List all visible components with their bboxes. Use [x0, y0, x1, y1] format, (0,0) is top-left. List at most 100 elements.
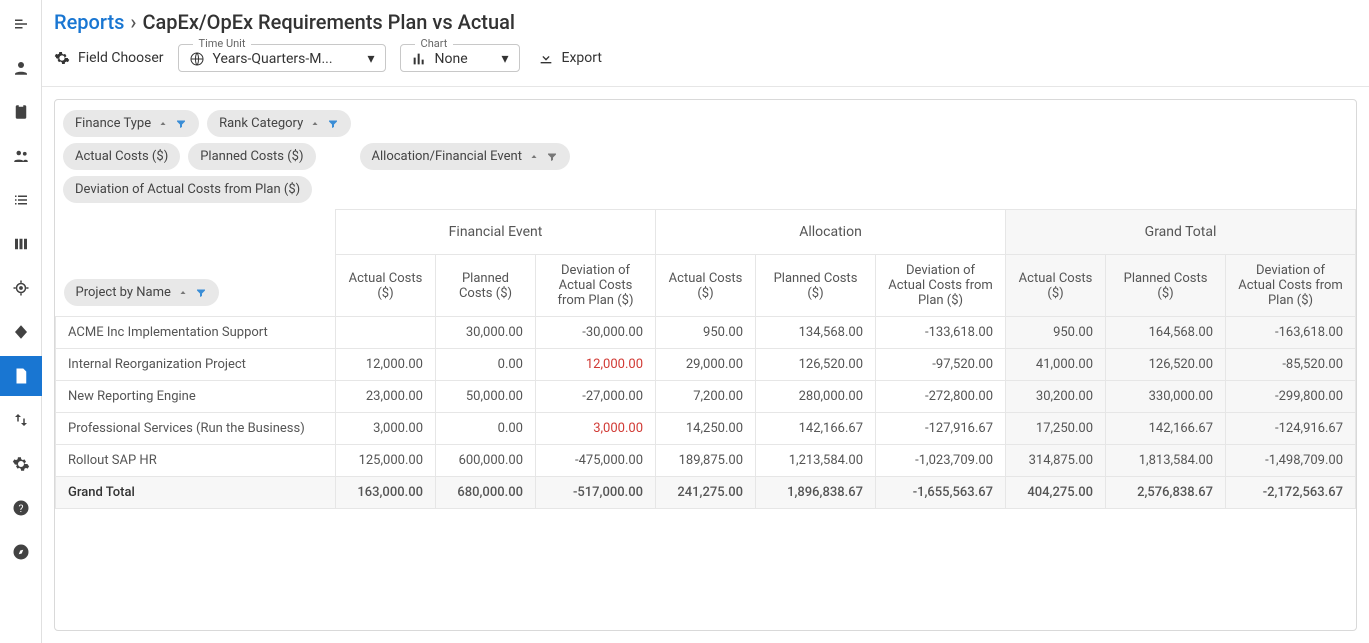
filter-icon: [175, 118, 187, 130]
row-name-cell[interactable]: ACME Inc Implementation Support: [56, 317, 336, 349]
value-cell: 30,200.00: [1006, 381, 1106, 413]
filter-icon: [195, 287, 207, 299]
col-header[interactable]: Planned Costs ($): [756, 255, 876, 317]
value-cell: 241,275.00: [656, 477, 756, 509]
nav-diamond-icon[interactable]: [0, 312, 42, 352]
value-cell: 314,875.00: [1006, 445, 1106, 477]
value-cell: 12,000.00: [536, 349, 656, 381]
row-name-cell[interactable]: Professional Services (Run the Business): [56, 413, 336, 445]
col-group-allocation[interactable]: Allocation: [656, 210, 1006, 255]
value-cell: -517,000.00: [536, 477, 656, 509]
grand-total-label: Grand Total: [56, 477, 336, 509]
table-row: Internal Reorganization Project 12,000.00…: [56, 349, 1356, 381]
col-header[interactable]: Planned Costs ($): [436, 255, 536, 317]
col-group-grand-total: Grand Total: [1006, 210, 1356, 255]
value-cell: 3,000.00: [536, 413, 656, 445]
value-cell: 1,813,584.00: [1106, 445, 1226, 477]
value-cell: 14,250.00: [656, 413, 756, 445]
grand-total-row: Grand Total163,000.00680,000.00-517,000.…: [56, 477, 1356, 509]
nav-columns-icon[interactable]: [0, 224, 42, 264]
row-name-cell[interactable]: New Reporting Engine: [56, 381, 336, 413]
reports-link[interactable]: Reports: [54, 10, 124, 34]
time-unit-label: Time Unit: [193, 37, 252, 50]
col-group-financial-event[interactable]: Financial Event: [336, 210, 656, 255]
value-cell: 2,576,838.67: [1106, 477, 1226, 509]
nav-clipboard-icon[interactable]: [0, 92, 42, 132]
value-cell: -299,800.00: [1226, 381, 1356, 413]
chip-deviation-costs[interactable]: Deviation of Actual Costs from Plan ($): [63, 176, 312, 203]
chevron-down-icon: ▾: [368, 51, 375, 67]
col-header[interactable]: Actual Costs ($): [336, 255, 436, 317]
chip-actual-costs[interactable]: Actual Costs ($): [63, 143, 180, 170]
chip-finance-type[interactable]: Finance Type: [63, 110, 199, 137]
nav-user-icon[interactable]: [0, 48, 42, 88]
download-icon: [538, 50, 554, 66]
value-cell: -30,000.00: [536, 317, 656, 349]
value-cell: -1,023,709.00: [876, 445, 1006, 477]
filter-icon: [327, 118, 339, 130]
table-row: ACME Inc Implementation Support30,000.00…: [56, 317, 1356, 349]
table-row: Rollout SAP HR125,000.00600,000.00-475,0…: [56, 445, 1356, 477]
value-cell: -97,520.00: [876, 349, 1006, 381]
chart-select[interactable]: Chart None ▾: [400, 44, 520, 72]
svg-text:?: ?: [18, 502, 23, 515]
nav-team-icon[interactable]: [0, 136, 42, 176]
value-cell: 163,000.00: [336, 477, 436, 509]
main-content: Reports › CapEx/OpEx Requirements Plan v…: [42, 0, 1369, 643]
pivot-area: Finance Type Rank Category Actual Costs …: [54, 99, 1357, 631]
chevron-down-icon: ▾: [502, 51, 509, 67]
row-name-cell[interactable]: Rollout SAP HR: [56, 445, 336, 477]
chip-allocation-financial-event[interactable]: Allocation/Financial Event: [360, 143, 570, 170]
nav-collapse-icon[interactable]: [0, 4, 42, 44]
value-cell: 680,000.00: [436, 477, 536, 509]
row-name-cell[interactable]: Internal Reorganization Project: [56, 349, 336, 381]
chart-label: Chart: [415, 37, 454, 50]
nav-list-icon[interactable]: [0, 180, 42, 220]
sort-asc-icon: [157, 118, 169, 130]
value-cell: 1,896,838.67: [756, 477, 876, 509]
value-cell: [336, 317, 436, 349]
value-cell: -475,000.00: [536, 445, 656, 477]
time-unit-select[interactable]: Time Unit Years-Quarters-M... ▾: [178, 44, 386, 72]
time-unit-value: Years-Quarters-M...: [213, 51, 333, 67]
nav-compass-icon[interactable]: [0, 532, 42, 572]
value-cell: 7,200.00: [656, 381, 756, 413]
chart-value: None: [435, 51, 468, 67]
value-cell: 126,520.00: [756, 349, 876, 381]
value-cell: 29,000.00: [656, 349, 756, 381]
col-header: Actual Costs ($): [1006, 255, 1106, 317]
left-nav: ?: [0, 0, 42, 643]
col-header[interactable]: Deviation of Actual Costs from Plan ($): [876, 255, 1006, 317]
measure-chip-row: Actual Costs ($) Planned Costs ($) Alloc…: [55, 143, 1356, 176]
chip-rank-category[interactable]: Rank Category: [207, 110, 351, 137]
value-cell: 404,275.00: [1006, 477, 1106, 509]
value-cell: 125,000.00: [336, 445, 436, 477]
nav-document-icon[interactable]: [0, 356, 42, 396]
chip-project-by-name[interactable]: Project by Name: [64, 279, 219, 306]
value-cell: 950.00: [1006, 317, 1106, 349]
value-cell: 280,000.00: [756, 381, 876, 413]
value-cell: -85,520.00: [1226, 349, 1356, 381]
chip-planned-costs[interactable]: Planned Costs ($): [188, 143, 315, 170]
value-cell: 1,213,584.00: [756, 445, 876, 477]
table-row: New Reporting Engine23,000.0050,000.00-2…: [56, 381, 1356, 413]
filter-icon: [546, 151, 558, 163]
col-header[interactable]: Deviation of Actual Costs from Plan ($): [536, 255, 656, 317]
col-header[interactable]: Actual Costs ($): [656, 255, 756, 317]
export-button[interactable]: Export: [534, 44, 606, 72]
nav-target-icon[interactable]: [0, 268, 42, 308]
value-cell: 3,000.00: [336, 413, 436, 445]
value-cell: -1,498,709.00: [1226, 445, 1356, 477]
value-cell: -272,800.00: [876, 381, 1006, 413]
value-cell: 50,000.00: [436, 381, 536, 413]
nav-help-icon[interactable]: ?: [0, 488, 42, 528]
value-cell: 134,568.00: [756, 317, 876, 349]
field-chooser-button[interactable]: Field Chooser: [54, 50, 164, 66]
nav-transfer-icon[interactable]: [0, 400, 42, 440]
nav-settings-icon[interactable]: [0, 444, 42, 484]
value-cell: 189,875.00: [656, 445, 756, 477]
field-chooser-label: Field Chooser: [78, 50, 164, 66]
value-cell: 0.00: [436, 349, 536, 381]
value-cell: -124,916.67: [1226, 413, 1356, 445]
value-cell: 950.00: [656, 317, 756, 349]
